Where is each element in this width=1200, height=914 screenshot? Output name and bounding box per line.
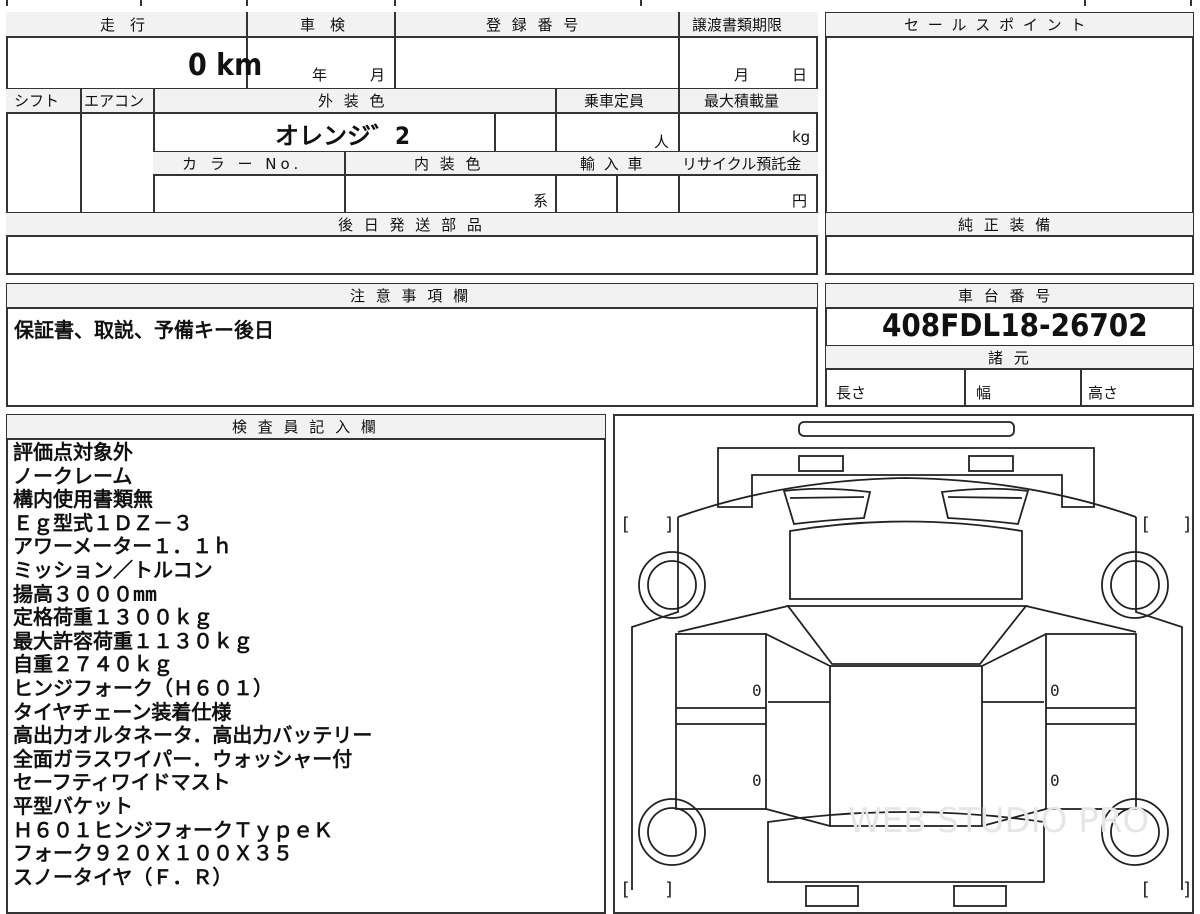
width-label: 幅 [976, 384, 992, 402]
inspection-header: 車 検 [300, 16, 346, 34]
wheel-rear-left [638, 798, 706, 866]
length-label: 長さ [836, 384, 867, 402]
inspector-line: アワーメーター１．１ｈ [13, 534, 233, 559]
inspector-line: Ｅｇ型式１ＤＺ－３ [13, 510, 193, 535]
bracket-tl-close: ] [664, 514, 675, 535]
bracket-bl-close: ] [664, 879, 675, 900]
exterior-color-header: 外 装 色 [318, 92, 388, 110]
bracket-tl-open: [ [620, 514, 631, 535]
chassis-header: 車 台 番 号 [958, 287, 1054, 305]
inspector-header: 検 査 員 記 入 欄 [232, 418, 379, 436]
bracket-tr-open: [ [1140, 514, 1151, 535]
kg-unit: kg [792, 128, 811, 146]
max-load-header: 最大積載量 [704, 92, 780, 110]
inspector-line: 自重２７４０ｋｇ [13, 652, 173, 677]
inspector-line: フォーク９２０Ｘ１００Ｘ３５ [13, 841, 293, 866]
color-no-header: カ ラ ー No. [182, 155, 303, 173]
bracket-bl-open: [ [620, 879, 631, 900]
run-header: 走 行 [100, 16, 146, 34]
month-unit: 月 [370, 66, 386, 84]
bracket-br-open: [ [1140, 879, 1151, 900]
wheel-front-right [1101, 551, 1169, 619]
inspector-line: セーフティワイドマスト [13, 770, 231, 795]
bracket-br-close: ] [1182, 879, 1193, 900]
transfer-deadline-header: 譲渡書類期限 [692, 16, 783, 34]
zero-left-upper: 0 [752, 681, 762, 700]
deadline-month: 月 [734, 66, 750, 84]
specs-header: 諸 元 [988, 349, 1032, 367]
later-parts-header: 後 日 発 送 部 品 [338, 216, 485, 234]
person-unit: 人 [654, 133, 670, 151]
chassis-number: 408FDL18-26702 [882, 308, 1148, 344]
import-header: 輸 入 車 [580, 155, 645, 173]
watermark: WEB STUDIO PRO [848, 801, 1149, 841]
inspector-line: 揚高３０００mm [13, 581, 158, 606]
inspector-line: タイヤチェーン装着仕様 [13, 699, 232, 724]
shift-header: シフト [14, 92, 60, 110]
exterior-color-value: オレンジ゛2 [275, 122, 411, 150]
recycle-header: リサイクル預託金 [682, 155, 802, 173]
sales-point-header: セ ー ル ス ポ イ ン ト [904, 16, 1088, 34]
bracket-tr-close: ] [1182, 514, 1193, 535]
inspector-line: 構内使用書類無 [13, 487, 153, 512]
zero-right-upper: 0 [1050, 681, 1060, 700]
capacity-header: 乗車定員 [584, 92, 645, 110]
interior-color-header: 内 装 色 [414, 155, 484, 173]
notes-header: 注 意 事 項 欄 [350, 287, 472, 305]
wheel-front-left [638, 551, 706, 619]
zero-right-lower: 0 [1050, 771, 1060, 790]
inspector-line: ノークレーム [13, 463, 133, 488]
deadline-day: 日 [792, 66, 808, 84]
top-bar [798, 421, 1015, 437]
notes-text: 保証書、取説、予備キー後日 [14, 318, 274, 342]
inspector-notes: 評価点対象外 ノークレーム 構内使用書類無 Ｅｇ型式１ＤＺ－３ アワーメーター１．１ｈ ミ… [13, 440, 603, 889]
inspector-line: スノータイヤ（Ｆ．Ｒ） [13, 864, 233, 889]
forklift-diagram-svg: [ ] [ ] [ ] [ ] 0 0 0 0 WEB STUDIO PRO [620, 421, 1193, 907]
top-sliver [6, 0, 1194, 4]
inspector-line: 高出力オルタネータ．高出力バッテリー [13, 723, 373, 748]
registration-header: 登 録 番 号 [486, 16, 582, 34]
year-unit: 年 [312, 66, 328, 84]
damage-diagram: [ ] [ ] [ ] [ ] 0 0 0 0 WEB STUDIO PRO [613, 414, 1194, 914]
inspector-line: 定格荷重１３００ｋｇ [13, 605, 213, 630]
inspector-line: ヒンジフォーク（Ｈ６０１） [13, 675, 273, 700]
inspector-line: 平型バケット [13, 793, 133, 818]
inspector-line: ミッション／トルコン [13, 557, 213, 582]
kei-unit: 系 [533, 192, 549, 210]
inspector-line: 全面ガラスワイパー．ウォッシャー付 [13, 746, 353, 771]
height-label: 高さ [1088, 384, 1119, 402]
zero-left-lower: 0 [752, 771, 762, 790]
inspector-line: 評価点対象外 [13, 440, 133, 464]
yen-unit: 円 [792, 192, 808, 210]
mileage-value: 0 km [188, 48, 263, 83]
inspector-line: 最大許容荷重１１３０ｋｇ [13, 628, 253, 653]
aircon-header: エアコン [84, 92, 145, 110]
inspector-line: Ｈ６０１ヒンジフォークＴｙｐｅＫ [13, 817, 333, 842]
genuine-equipment-header: 純 正 装 備 [958, 216, 1054, 234]
